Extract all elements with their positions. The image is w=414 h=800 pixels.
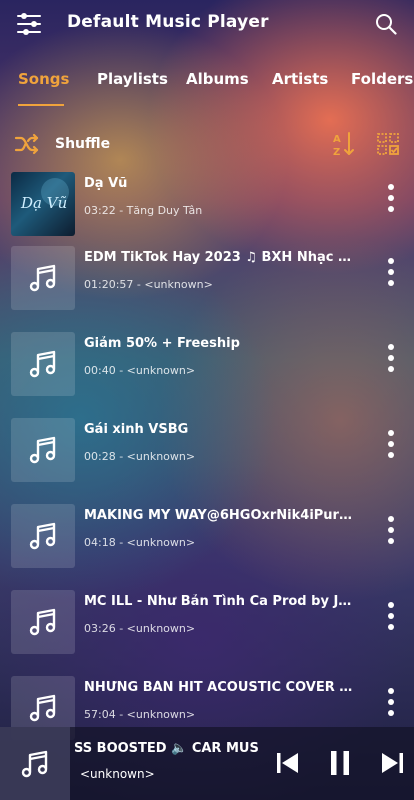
song-meta: 04:18 - <unknown>	[84, 536, 196, 549]
sort-az-icon[interactable]: A Z	[332, 131, 356, 157]
album-art-text: Dạ Vũ	[20, 194, 67, 212]
search-icon[interactable]	[375, 13, 397, 35]
shuffle-button[interactable]: Shuffle	[55, 136, 110, 152]
app-title: Default Music Player	[67, 12, 269, 32]
skip-next-icon[interactable]	[378, 749, 406, 777]
tab-artists[interactable]: Artists	[272, 70, 328, 88]
song-title: EDM TikTok Hay 2023 ♫ BXH Nhạc Trẻ Remix	[84, 250, 356, 265]
tab-songs[interactable]: Songs	[18, 70, 69, 88]
song-title: Dạ Vũ	[84, 176, 128, 191]
skip-previous-icon[interactable]	[274, 749, 302, 777]
more-vertical-icon[interactable]	[386, 258, 396, 286]
music-note-icon	[11, 332, 75, 396]
album-art: Dạ Vũ	[11, 172, 75, 236]
song-title: Gái xinh VSBG	[84, 422, 189, 437]
shuffle-icon[interactable]	[14, 132, 40, 156]
tab-playlists[interactable]: Playlists	[97, 70, 168, 88]
song-title: MAKING MY WAY@6HGOxrNik4iPurqStar	[84, 508, 356, 523]
song-meta: 03:22 - Tăng Duy Tân	[84, 204, 203, 217]
music-note-icon	[11, 590, 75, 654]
song-title: MC ILL - Như Bản Tình Ca Prod by Jay Bac…	[84, 594, 356, 609]
mini-player[interactable]: SS BOOSTED 🔈 CAR MUS <unknown>	[0, 727, 414, 800]
more-vertical-icon[interactable]	[386, 516, 396, 544]
song-meta: 57:04 - <unknown>	[84, 708, 196, 721]
now-playing-title: SS BOOSTED 🔈 CAR MUS	[74, 741, 259, 756]
tab-folders[interactable]: Folders	[351, 70, 413, 88]
more-vertical-icon[interactable]	[386, 688, 396, 716]
song-row[interactable]: EDM TikTok Hay 2023 ♫ BXH Nhạc Trẻ Remix…	[0, 246, 414, 332]
svg-text:Z: Z	[333, 147, 340, 157]
more-vertical-icon[interactable]	[386, 344, 396, 372]
song-row[interactable]: Giảm 50% + Freeship 00:40 - <unknown>	[0, 332, 414, 418]
more-vertical-icon[interactable]	[386, 602, 396, 630]
song-meta: 00:40 - <unknown>	[84, 364, 196, 377]
multi-select-icon[interactable]	[376, 132, 400, 156]
tab-albums[interactable]: Albums	[186, 70, 249, 88]
song-meta: 01:20:57 - <unknown>	[84, 278, 213, 291]
music-note-icon	[11, 246, 75, 310]
pause-icon[interactable]	[326, 749, 354, 777]
song-row[interactable]: MAKING MY WAY@6HGOxrNik4iPurqStar 04:18 …	[0, 504, 414, 590]
more-vertical-icon[interactable]	[386, 430, 396, 458]
now-playing-artist: <unknown>	[80, 767, 155, 781]
app-bar: Default Music Player	[0, 0, 414, 48]
music-note-icon	[0, 727, 70, 800]
song-title: Giảm 50% + Freeship	[84, 336, 240, 351]
song-meta: 00:28 - <unknown>	[84, 450, 196, 463]
song-row[interactable]: MC ILL - Như Bản Tình Ca Prod by Jay Bac…	[0, 590, 414, 676]
svg-text:A: A	[333, 134, 341, 145]
song-meta: 03:26 - <unknown>	[84, 622, 196, 635]
active-tab-indicator	[18, 104, 64, 106]
song-row[interactable]: Gái xinh VSBG 00:28 - <unknown>	[0, 418, 414, 504]
list-toolbar: Shuffle A Z	[0, 130, 414, 160]
equalizer-menu-icon[interactable]	[16, 12, 42, 36]
more-vertical-icon[interactable]	[386, 184, 396, 212]
music-note-icon	[11, 504, 75, 568]
music-note-icon	[11, 418, 75, 482]
song-title: NHỮNG BẢN HIT ACOUSTIC COVER DỄ GÂY NGHI…	[84, 680, 356, 695]
tab-bar: Songs Playlists Albums Artists Folders	[0, 62, 414, 110]
